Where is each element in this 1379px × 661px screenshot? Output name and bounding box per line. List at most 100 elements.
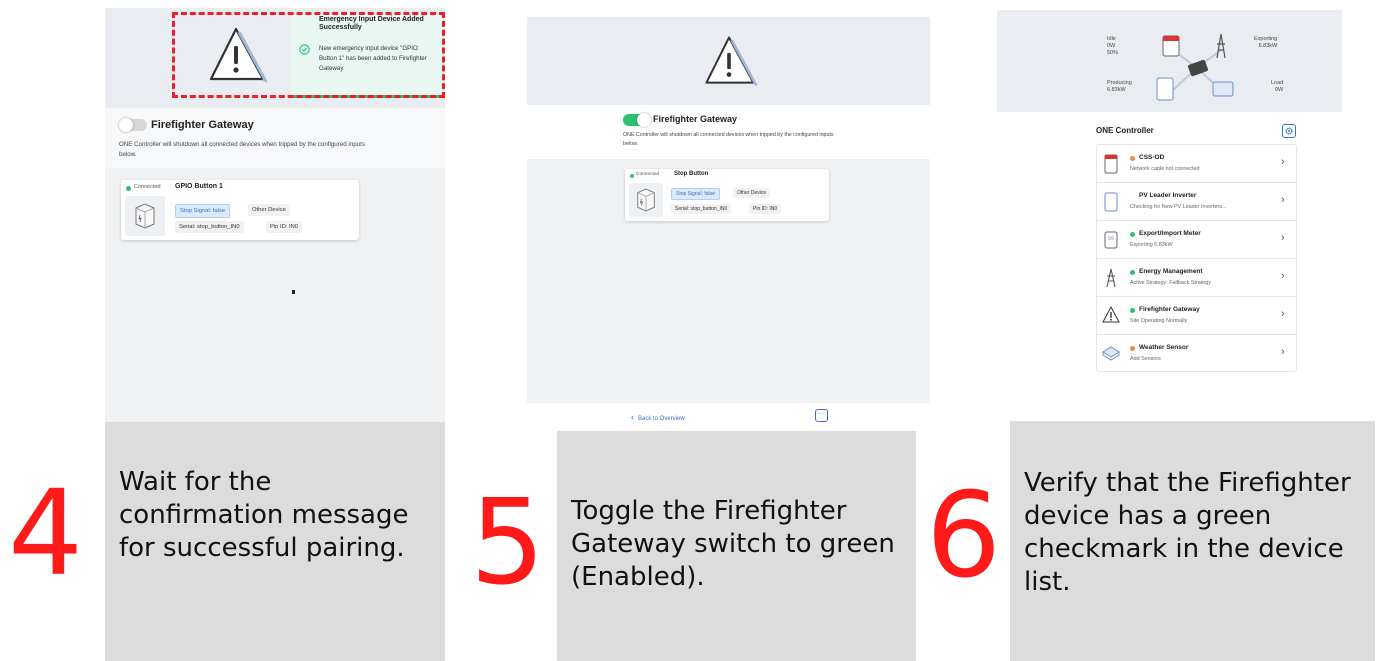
toggle-knob (119, 118, 133, 132)
device-status-text: Site Operating Normally (1130, 318, 1188, 324)
chevron-right-icon: › (1281, 346, 1285, 358)
settings-button[interactable] (1282, 124, 1296, 138)
device-list: CSS-OD Network cable not connected › PV … (1096, 144, 1297, 372)
load-value: 0W (1275, 87, 1284, 93)
gpio-box-icon (135, 203, 155, 229)
status-dot-orange (1130, 346, 1135, 351)
more-icon: ··· (818, 410, 825, 417)
producing-value: 6.83kW (1107, 87, 1126, 93)
more-button[interactable]: ··· (815, 409, 828, 422)
producing-label: Producing (1107, 80, 1132, 86)
step4-number: 4 (8, 464, 84, 602)
idle-label: Idle (1107, 36, 1116, 42)
serial-chip: Serial: stop_button_IN0 (671, 204, 732, 214)
status-dot-green (1130, 232, 1135, 237)
list-item[interactable]: Export/Import Meter Exporting 6.83kW › (1097, 221, 1296, 259)
gear-icon (1285, 127, 1293, 135)
serial-chip: Serial: stop_button_IN0 (175, 221, 244, 233)
pin-chip: Pin ID: IN0 (749, 204, 782, 214)
back-link-label: Back to Overview (638, 416, 685, 422)
device-name: Export/Import Meter (1139, 230, 1201, 237)
gateway-toggle[interactable] (119, 118, 147, 132)
gateway-title: Firefighter Gateway (151, 119, 254, 131)
device-name: Energy Management (1139, 268, 1203, 275)
chevron-right-icon: › (1281, 308, 1285, 320)
back-link[interactable]: ‹ Back to Overview (631, 412, 685, 422)
step6-caption: Verify that the Firefighter device has a… (1024, 468, 1351, 597)
device-name: Firefighter Gateway (1139, 306, 1200, 313)
list-item[interactable]: Firefighter Gateway Site Operating Norma… (1097, 297, 1296, 335)
gateway-description: ONE Controller will shutdown all connect… (623, 132, 834, 147)
gateway-title: Firefighter Gateway (653, 114, 738, 124)
device-type-chip: Other Device (733, 188, 771, 198)
gateway-description: ONE Controller will shutdown all connect… (119, 141, 365, 158)
pin-chip: Pin ID: IN0 (266, 221, 303, 233)
exporting-value: 6.83kW (1258, 43, 1278, 49)
step5-caption-box: Toggle the Firefighter Gateway switch to… (557, 431, 916, 661)
status-dot-green (1130, 270, 1135, 275)
power-tower-icon (1106, 268, 1116, 288)
gpio-device-image (629, 183, 663, 217)
status-dot-green (1130, 308, 1135, 313)
emergency-device-card[interactable]: Connected Stop Button Stop Signal: false… (625, 169, 829, 221)
mouse-cursor (292, 290, 295, 294)
connected-dot (126, 186, 131, 191)
step4-caption-box: Wait for the confirmation message for su… (105, 422, 445, 661)
warning-triangle-icon (1102, 305, 1120, 323)
connected-dot (630, 174, 634, 178)
device-status-text: Active Strategy: Fallback Strategy (1130, 280, 1211, 286)
chevron-right-icon: › (1281, 270, 1285, 282)
gpio-box-icon (637, 188, 655, 212)
device-name: PV Leader Inverter (1139, 192, 1197, 199)
list-item[interactable]: CSS-OD Network cable not connected › (1097, 145, 1296, 183)
list-item[interactable]: PV Leader Inverter Checking for New PV L… (1097, 183, 1296, 221)
connected-label: Connected (636, 172, 660, 177)
exporting-stat: Exporting 6.83kW (1254, 36, 1277, 50)
idle-value: 0W (1107, 43, 1116, 49)
idle-percent: 50% (1107, 50, 1119, 56)
gpio-device-image (125, 196, 165, 236)
device-status-text: Checking for New PV Leader Inverters... (1130, 204, 1227, 210)
load-stat: Load 0W (1271, 80, 1283, 94)
emergency-device-card[interactable]: Connected GPIO Button 1 Stop Signal: fal… (121, 180, 359, 240)
energy-flow-diagram (1156, 33, 1234, 101)
step6-caption-box: Verify that the Firefighter device has a… (1010, 421, 1375, 661)
highlight-frame (172, 12, 445, 98)
producing-stat: Producing 6.83kW (1107, 80, 1132, 94)
step4-caption: Wait for the confirmation message for su… (119, 467, 409, 563)
connected-label: Connected (134, 184, 161, 190)
device-name: GPIO Button 1 (175, 183, 223, 190)
toggle-knob (637, 113, 651, 127)
weather-sensor-icon (1102, 346, 1120, 361)
device-status-text: Network cable not connected (1130, 166, 1200, 172)
battery-cabinet-icon (1104, 154, 1118, 174)
chevron-right-icon: › (1281, 194, 1285, 206)
step5-caption: Toggle the Firefighter Gateway switch to… (571, 496, 895, 592)
warning-triangle-icon (705, 36, 757, 86)
exporting-label: Exporting (1254, 36, 1278, 42)
step5-screenshot: Firefighter Gateway ONE Controller will … (527, 17, 930, 431)
device-name: CSS-OD (1139, 154, 1165, 161)
device-name: Stop Button (674, 171, 709, 177)
device-type-chip: Other Device (248, 204, 290, 216)
controller-title: ONE Controller (1096, 126, 1154, 135)
list-item[interactable]: Energy Management Active Strategy: Fallb… (1097, 259, 1296, 297)
device-name: Weather Sensor (1139, 344, 1189, 351)
step6-number: 6 (926, 466, 1002, 604)
chevron-left-icon: ‹ (631, 412, 634, 422)
step6-screenshot: Idle 0W 50% Exporting 6.83kW Producing 6… (997, 10, 1342, 421)
stop-signal-chip: Stop Signal: false (671, 188, 720, 200)
list-item[interactable]: Weather Sensor Add Sensors › (1097, 335, 1296, 373)
gateway-toggle[interactable] (623, 113, 651, 127)
device-status-text: Add Sensors (1130, 356, 1161, 362)
load-label: Load (1271, 80, 1284, 86)
step4-screenshot: Emergency Input Device Added Successfull… (105, 8, 445, 422)
chevron-right-icon: › (1281, 156, 1285, 168)
status-dot-orange (1130, 156, 1135, 161)
stop-signal-chip: Stop Signal: false (175, 204, 231, 218)
device-status-text: Exporting 6.83kW (1130, 242, 1173, 248)
meter-icon (1104, 231, 1118, 249)
idle-stat: Idle 0W 50% (1107, 36, 1118, 57)
inverter-icon (1104, 192, 1118, 212)
chevron-right-icon: › (1281, 232, 1285, 244)
